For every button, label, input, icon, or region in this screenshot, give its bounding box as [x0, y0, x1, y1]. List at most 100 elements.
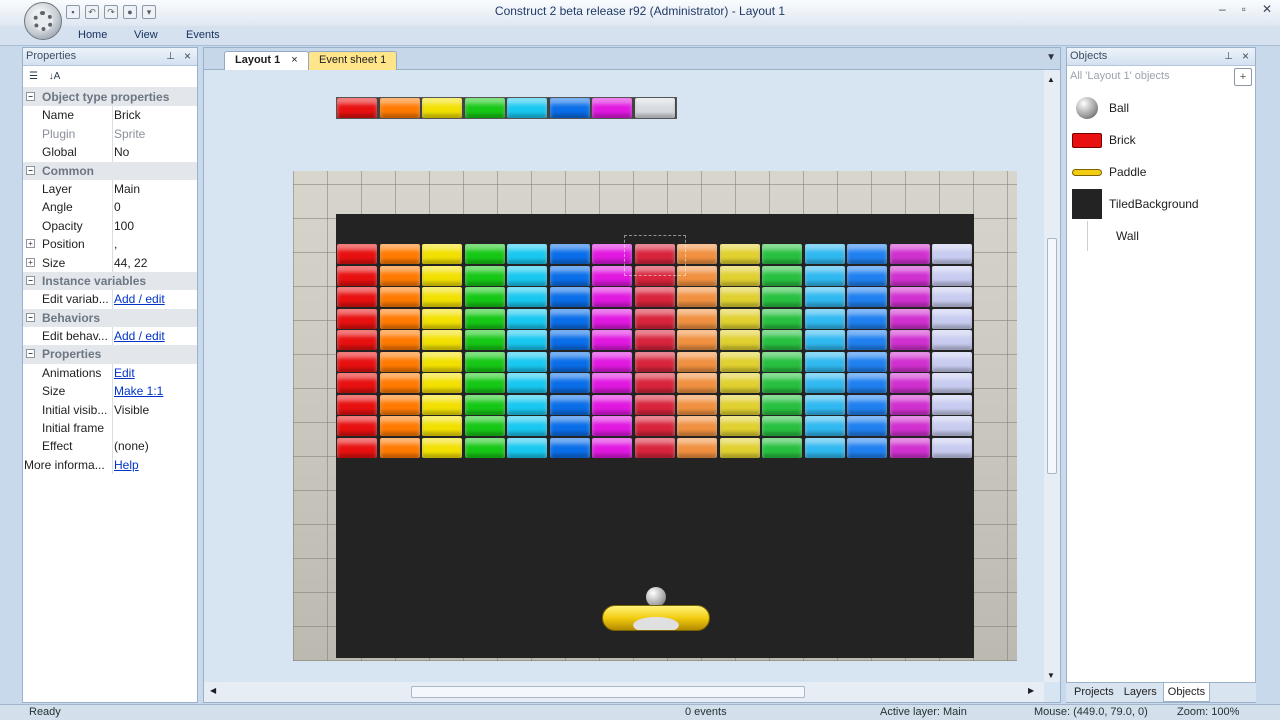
tab-home[interactable]: Home [78, 29, 107, 41]
brick-instance[interactable] [889, 265, 930, 286]
brick-instance[interactable] [422, 394, 462, 415]
pin-icon[interactable]: ⊥ [166, 48, 175, 65]
property-row[interactable]: Edit behav... Add / edit [23, 327, 197, 346]
property-value-cell[interactable] [113, 419, 197, 437]
brick-instance[interactable] [932, 351, 972, 372]
brick-instance[interactable] [719, 330, 760, 350]
brick-instance[interactable] [847, 244, 887, 264]
undo-icon[interactable]: ↶ [85, 5, 99, 19]
preview-icon[interactable]: ● [123, 5, 137, 19]
brick-instance[interactable] [464, 265, 505, 286]
brick-instance[interactable] [762, 416, 802, 436]
brick-instance[interactable] [337, 416, 377, 436]
property-category[interactable]: − Behaviors [23, 308, 197, 328]
brick-instance[interactable] [422, 416, 462, 436]
property-category[interactable]: − Properties [23, 345, 197, 364]
brick-instance[interactable] [889, 351, 930, 372]
property-value-cell[interactable]: Brick [113, 106, 197, 124]
brick-instance[interactable] [549, 351, 590, 372]
brick-instance[interactable] [932, 330, 972, 350]
tab-list-chevron-icon[interactable]: ▼ [1046, 52, 1056, 63]
brick-instance[interactable] [592, 416, 632, 436]
property-row[interactable]: Initial visib... Visible [23, 400, 197, 420]
brick-instance[interactable] [719, 244, 760, 264]
objects-filter[interactable]: All 'Layout 1' objects + [1067, 66, 1255, 88]
brick-instance[interactable] [847, 437, 887, 458]
palette-brick[interactable] [422, 98, 462, 118]
property-row[interactable]: Layer Main [23, 179, 197, 199]
brick-instance[interactable] [804, 416, 845, 436]
brick-instance[interactable] [379, 330, 420, 350]
add-object-icon[interactable]: + [1234, 68, 1252, 86]
brick-instance[interactable] [422, 265, 462, 286]
property-row[interactable]: + Position, [23, 235, 197, 254]
property-row[interactable]: Edit variab... Add / edit [23, 290, 197, 309]
property-link[interactable]: Make 1:1 [114, 384, 163, 398]
brick-instance[interactable] [634, 373, 675, 393]
brick-instance[interactable] [889, 394, 930, 415]
tab-layout[interactable]: Layout 1 × [224, 51, 309, 70]
brick-instance[interactable] [464, 308, 505, 329]
close-window-button[interactable]: ✕ [1262, 2, 1272, 16]
brick-instance[interactable] [847, 265, 887, 286]
close-tab-icon[interactable]: × [291, 54, 297, 66]
property-row[interactable]: + Size 44, 22 [23, 253, 197, 272]
brick-instance[interactable] [634, 416, 675, 436]
scroll-up-icon[interactable]: ▲ [1047, 75, 1055, 84]
horizontal-scroll-thumb[interactable] [411, 686, 805, 698]
property-value-cell[interactable]: (none) [113, 437, 197, 455]
brick-instance[interactable] [379, 394, 420, 415]
brick-instance[interactable] [422, 308, 462, 329]
tab-event-sheet[interactable]: Event sheet 1 [308, 51, 398, 70]
brick-instance[interactable] [337, 437, 377, 458]
tab-events[interactable]: Events [186, 29, 220, 41]
brick-instance[interactable] [337, 330, 377, 350]
sort-alpha-icon[interactable]: ↓A [47, 70, 62, 84]
property-category[interactable]: − Common [23, 161, 197, 180]
property-row[interactable]: Global No [23, 143, 197, 162]
brick-instance[interactable] [549, 437, 590, 458]
palette-brick[interactable] [507, 98, 547, 118]
brick-instance[interactable] [549, 308, 590, 329]
brick-instance[interactable] [549, 394, 590, 415]
brick-instance[interactable] [337, 351, 377, 372]
property-row[interactable]: Name Brick [23, 106, 197, 125]
brick-instance[interactable] [677, 287, 717, 307]
brick-instance[interactable] [677, 330, 717, 350]
brick-instance[interactable] [634, 287, 675, 307]
brick-instance[interactable] [677, 351, 717, 372]
expand-icon[interactable]: + [26, 257, 35, 267]
brick-instance[interactable] [337, 265, 377, 286]
brick-instance[interactable] [379, 265, 420, 286]
brick-instance[interactable] [804, 308, 845, 329]
brick-instance[interactable] [422, 330, 462, 350]
brick-instance[interactable] [592, 373, 632, 393]
brick-instance[interactable] [549, 330, 590, 350]
brick-instance[interactable] [762, 244, 802, 264]
brick-instance[interactable] [634, 308, 675, 329]
property-value-cell[interactable]: Add / edit [113, 290, 197, 308]
brick-instance[interactable] [804, 287, 845, 307]
expand-icon[interactable]: + [26, 239, 35, 249]
brick-instance[interactable] [847, 287, 887, 307]
brick-instance[interactable] [379, 351, 420, 372]
brick-instance[interactable] [719, 287, 760, 307]
property-row[interactable]: Plugin Sprite [23, 124, 197, 144]
brick-instance[interactable] [592, 330, 632, 350]
property-row[interactable]: Opacity 100 [23, 216, 197, 236]
property-category[interactable]: − Object type properties [23, 88, 197, 107]
brick-instance[interactable] [804, 265, 845, 286]
brick-instance[interactable] [889, 244, 930, 264]
brick-instance[interactable] [889, 287, 930, 307]
brick-instance[interactable] [889, 330, 930, 350]
brick-instance[interactable] [549, 244, 590, 264]
brick-instance[interactable] [592, 351, 632, 372]
brick-instance[interactable] [549, 373, 590, 393]
brick-instance[interactable] [847, 373, 887, 393]
brick-instance[interactable] [804, 394, 845, 415]
property-value-cell[interactable]: Visible [113, 401, 197, 419]
brick-instance[interactable] [337, 394, 377, 415]
brick-instance[interactable] [719, 308, 760, 329]
brick-instance[interactable] [762, 437, 802, 458]
property-value-cell[interactable]: 0 [113, 198, 197, 216]
